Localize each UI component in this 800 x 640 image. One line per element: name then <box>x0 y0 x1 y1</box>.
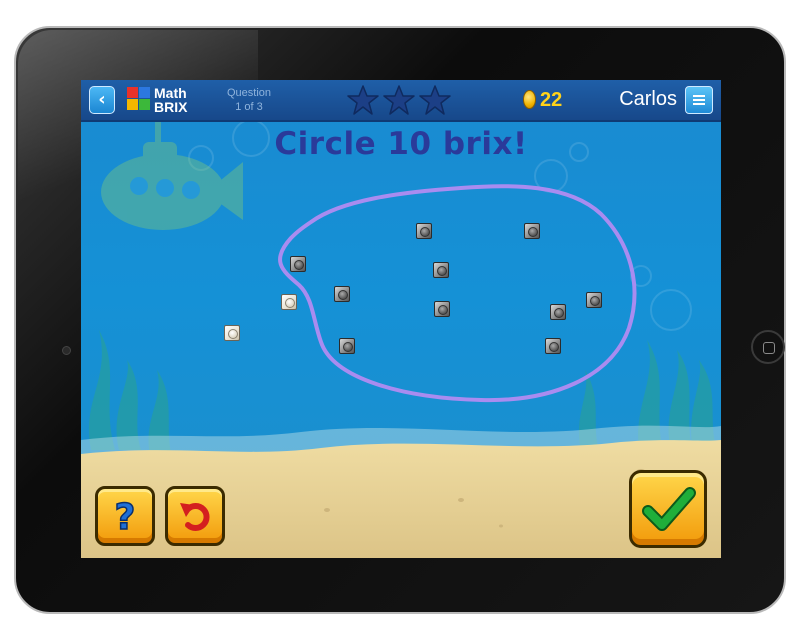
gray-brick[interactable] <box>339 338 355 354</box>
star-icon <box>419 84 451 116</box>
question-mark-icon: ? <box>114 496 136 539</box>
player-name: Carlos <box>619 88 677 110</box>
gray-brick[interactable] <box>550 304 566 320</box>
light-brick[interactable] <box>281 294 297 310</box>
gray-brick[interactable] <box>433 262 449 278</box>
logo-word-brix: BRIX <box>154 99 188 115</box>
svg-text:?: ? <box>115 497 136 538</box>
question-label: Question <box>226 87 272 99</box>
undo-button[interactable] <box>165 486 225 546</box>
gray-brick[interactable] <box>586 292 602 308</box>
back-arrow-icon: ‹ <box>98 89 106 110</box>
mathbrix-logo: Math BRIX <box>127 85 197 115</box>
undo-arrow-icon <box>180 503 210 531</box>
gray-brick[interactable] <box>524 223 540 239</box>
game-screen: ‹ Math BRIX Question 1 of 3 22 Carlos Ci… <box>81 80 721 558</box>
front-camera <box>62 346 71 355</box>
logo-word-math: Math <box>154 85 187 101</box>
question-indicator: Question 1 of 3 <box>219 86 279 114</box>
gray-brick[interactable] <box>545 338 561 354</box>
task-prompt: Circle 10 brix! <box>274 126 528 162</box>
back-button[interactable]: ‹ <box>89 86 115 114</box>
star-icon <box>383 84 415 116</box>
submit-button[interactable] <box>629 470 707 548</box>
help-button[interactable]: ? <box>95 486 155 546</box>
gray-brick[interactable] <box>416 223 432 239</box>
hamburger-line <box>693 99 705 101</box>
hamburger-menu-icon <box>693 95 705 97</box>
home-button[interactable] <box>751 330 785 364</box>
question-progress: 1 of 3 <box>235 101 263 113</box>
top-bar: ‹ Math BRIX Question 1 of 3 22 Carlos <box>81 80 721 122</box>
gray-brick[interactable] <box>434 301 450 317</box>
coin-count: 22 <box>540 89 563 111</box>
hamburger-line <box>693 103 705 105</box>
gray-brick[interactable] <box>334 286 350 302</box>
coin-icon <box>523 90 536 109</box>
menu-button[interactable] <box>685 86 713 114</box>
gray-brick[interactable] <box>290 256 306 272</box>
checkmark-icon <box>642 487 696 531</box>
light-brick[interactable] <box>224 325 240 341</box>
star-rating <box>347 84 457 116</box>
star-icon <box>347 84 379 116</box>
